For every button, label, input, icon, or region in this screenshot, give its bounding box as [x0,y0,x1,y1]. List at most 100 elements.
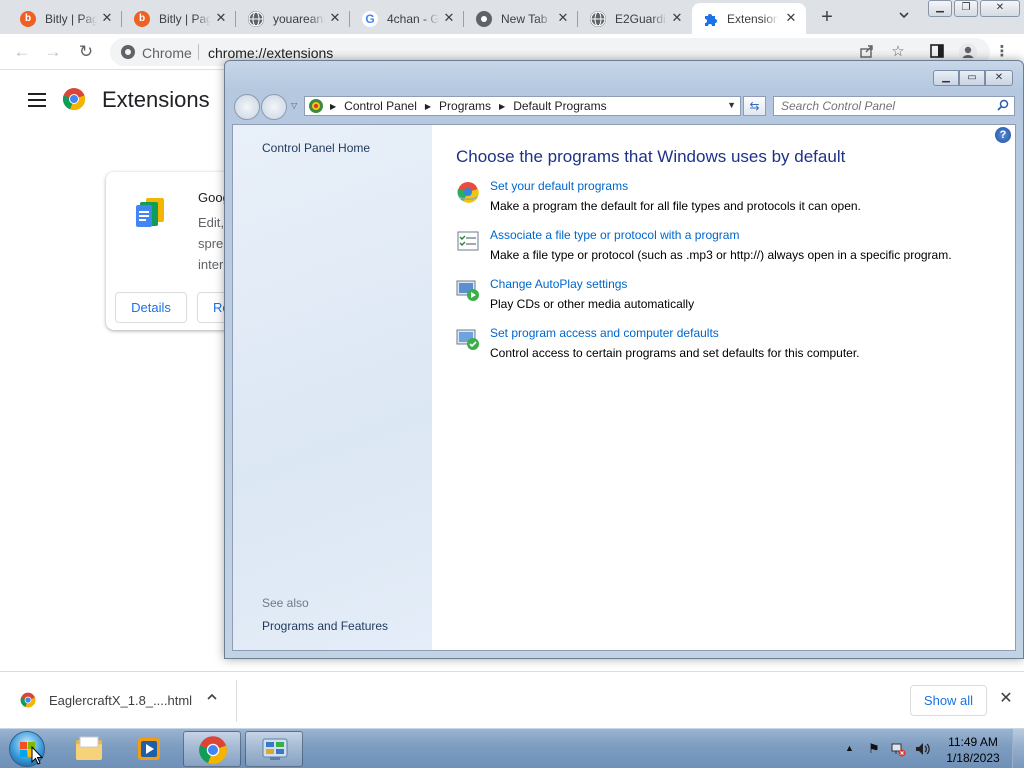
history-dropdown-icon[interactable]: ▽ [291,101,297,110]
refresh-icon[interactable]: ⇆ [743,96,766,116]
breadcrumb-arrow-icon[interactable]: ▶ [499,102,505,111]
task-set-default-programs: Set your default programs Make a program… [456,179,996,223]
taskbar-control-panel[interactable] [245,731,303,767]
show-hidden-icons-icon[interactable]: ▲ [845,743,854,753]
bitly-icon: b [20,10,36,27]
tab-4chan-google[interactable]: G 4chan - Google ✕ [352,3,464,34]
task-associate-file-type: Associate a file type or protocol with a… [456,228,996,272]
tab-new-tab[interactable]: New Tab ✕ [466,3,578,34]
task-description: Play CDs or other media automatically [490,297,695,311]
search-icon[interactable] [997,99,1009,114]
taskbar: ▲ ⚑ 11:49 AM 1/18/2023 [0,728,1024,768]
window-controls: ▁ ❐ ✕ [928,0,1020,17]
back-arrow-icon[interactable] [234,94,260,120]
tab-close-icon[interactable]: ✕ [556,11,570,25]
desktop: b Bitly | Page ✕ b Bitly | Page ✕ youare… [0,0,1024,768]
maximize-icon[interactable]: ▭ [959,70,985,86]
puzzle-icon [702,11,718,27]
breadcrumb-arrow-icon[interactable]: ▶ [425,102,431,111]
default-programs-icon [456,180,480,204]
program-access-icon [456,327,480,351]
share-icon[interactable] [858,43,876,61]
back-icon[interactable]: ← [12,42,32,62]
see-also-label: See also [262,596,309,610]
volume-icon[interactable] [914,741,930,757]
autoplay-icon [456,278,480,302]
bookmark-star-icon[interactable]: ☆ [889,43,907,61]
taskbar-chrome[interactable] [183,731,241,767]
cp-search-box[interactable] [773,96,1015,116]
new-tab-button[interactable]: + [816,7,838,29]
tab-separator [121,11,122,27]
breadcrumb-arrow-icon[interactable]: ▶ [330,102,336,111]
tab-close-icon[interactable]: ✕ [670,11,684,25]
breadcrumb-programs[interactable]: Programs [439,99,491,113]
bitly-icon: b [134,10,150,27]
breadcrumb-control-panel[interactable]: Control Panel [344,99,417,113]
cp-address-bar[interactable]: ▶ Control Panel ▶ Programs ▶ Default Pro… [304,96,741,116]
tab-title: 4chan - Google [387,11,439,26]
menu-kebab-icon[interactable]: ⋮ [993,43,1011,61]
task-description: Make a program the default for all file … [490,199,861,213]
taskbar-explorer[interactable] [60,731,118,767]
show-all-button[interactable]: Show all [910,685,987,716]
associate-file-type-link[interactable]: Associate a file type or protocol with a… [490,228,739,242]
breadcrumb-default-programs[interactable]: Default Programs [513,99,606,113]
tab-bitly-1[interactable]: b Bitly | Page ✕ [10,3,122,34]
profile-avatar-icon[interactable] [959,43,977,61]
tab-title: New Tab [501,11,548,26]
chevron-up-icon[interactable] [206,691,220,705]
address-dropdown-icon[interactable]: ▼ [727,100,736,110]
tab-close-icon[interactable]: ✕ [100,11,114,25]
control-panel-home-link[interactable]: Control Panel Home [262,141,370,155]
tab-close-icon[interactable]: ✕ [328,11,342,25]
tab-title: youareanidiot [273,11,325,26]
set-default-programs-link[interactable]: Set your default programs [490,179,628,193]
set-program-access-link[interactable]: Set program access and computer defaults [490,326,719,340]
download-divider [236,680,237,722]
google-icon: G [362,10,378,27]
cp-window-controls: ▁ ▭ ✕ [933,70,1013,86]
close-icon[interactable]: ✕ [980,0,1020,17]
tab-title: E2Guardian [615,11,667,26]
show-desktop-button[interactable] [1012,729,1024,768]
help-icon[interactable]: ? [995,127,1011,143]
globe-icon [248,10,264,27]
tab-separator [235,11,236,27]
minimize-icon[interactable]: ▁ [928,0,952,17]
tab-extensions[interactable]: Extensions ✕ [692,3,806,34]
forward-icon[interactable]: → [43,42,63,62]
tab-e2guardian[interactable]: E2Guardian ✕ [580,3,692,34]
omnibox-url[interactable]: chrome://extensions [208,45,333,61]
taskbar-media-player[interactable] [120,731,178,767]
close-icon[interactable]: ✕ [985,70,1013,86]
programs-and-features-link[interactable]: Programs and Features [262,619,388,633]
task-program-access: Set program access and computer defaults… [456,326,996,370]
control-panel-icon [308,98,324,114]
close-download-bar-icon[interactable]: ✕ [998,689,1014,709]
change-autoplay-settings-link[interactable]: Change AutoPlay settings [490,277,627,291]
download-shelf: EaglercraftX_1.8_....html Show all ✕ [0,671,1024,728]
tab-separator [463,11,464,27]
reload-icon[interactable]: ↻ [76,42,96,62]
tab-close-icon[interactable]: ✕ [442,11,456,25]
minimize-icon[interactable]: ▁ [933,70,959,86]
restore-icon[interactable]: ❐ [954,0,978,17]
tab-bitly-2[interactable]: b Bitly | Page ✕ [124,3,236,34]
search-input[interactable] [774,97,984,115]
download-filename[interactable]: EaglercraftX_1.8_....html [49,693,192,708]
side-panel-icon[interactable] [928,43,946,61]
chrome-icon [120,44,136,60]
hamburger-menu-icon[interactable] [28,93,46,107]
details-button[interactable]: Details [115,292,187,323]
tab-search-icon[interactable] [896,9,912,25]
tab-youareanidiot[interactable]: youareanidiot ✕ [238,3,350,34]
file-association-icon [456,229,480,253]
system-clock[interactable]: 11:49 AM 1/18/2023 [940,734,1006,766]
network-disconnected-icon[interactable] [890,741,906,757]
forward-arrow-icon[interactable] [261,94,287,120]
chrome-icon [198,735,228,765]
action-center-flag-icon[interactable]: ⚑ [866,741,882,757]
tab-close-icon[interactable]: ✕ [784,11,798,25]
tab-close-icon[interactable]: ✕ [214,11,228,25]
